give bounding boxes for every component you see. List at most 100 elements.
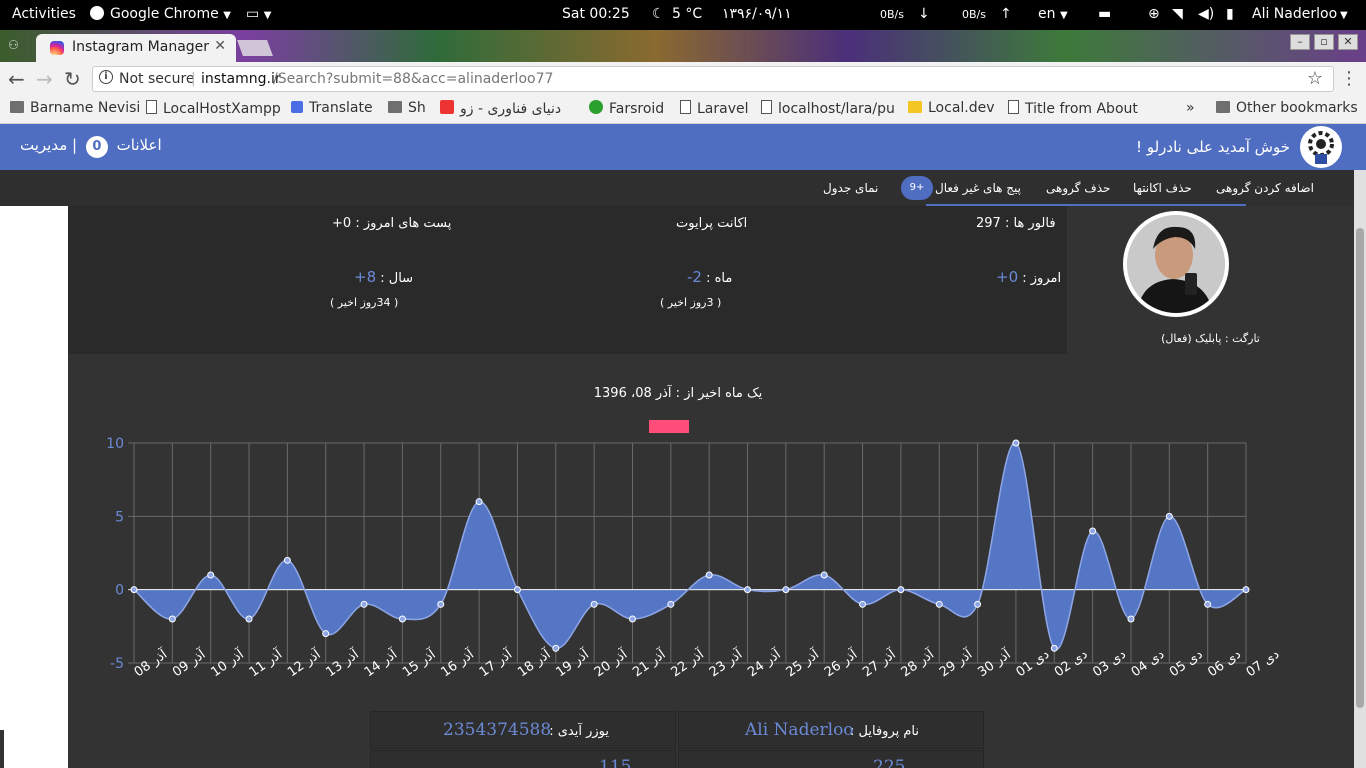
moon-icon: ☾: [652, 6, 665, 22]
bookmark-item[interactable]: Local.dev: [908, 100, 995, 116]
info-cell: 115: [370, 750, 676, 768]
user-menu[interactable]: Ali Naderloo: [1252, 6, 1337, 22]
page-icon: [680, 100, 691, 114]
today-posts-value: 0+: [332, 216, 352, 231]
chart-title: یک ماه اخیر از : آذر 08، 1396: [593, 386, 763, 401]
bookmark-label: Sh: [408, 100, 426, 116]
bookmark-label: Local.dev: [928, 100, 995, 116]
bookmark-item[interactable]: Laravel: [680, 100, 749, 117]
today-label: امروز :: [1022, 271, 1062, 286]
battery-icon[interactable]: ▮: [1226, 6, 1234, 22]
avatar[interactable]: [1123, 211, 1229, 317]
folder-icon: [10, 101, 24, 113]
app-menu[interactable]: Google Chrome ▼: [90, 6, 231, 22]
persian-date: ۱۳۹۶/۰۹/۱۱: [722, 6, 792, 22]
browser-toolbar: ← → ↻ i Not secure | instamng.ir /Search…: [0, 62, 1366, 96]
nav-inactive-pages[interactable]: پیج های غیر فعال: [935, 181, 1021, 195]
info-value: 115: [599, 757, 632, 768]
language-selector[interactable]: en ▼: [1038, 6, 1068, 22]
gear-icon[interactable]: [1300, 126, 1342, 168]
bookmark-item[interactable]: دنیای فناوری - زو: [440, 100, 561, 117]
bookmarks-overflow-button[interactable]: »: [1186, 100, 1195, 116]
not-secure-label[interactable]: Not secure: [119, 71, 195, 87]
page-scrollbar[interactable]: [1354, 170, 1366, 768]
minimize-button[interactable]: –: [1290, 34, 1310, 50]
address-bar[interactable]: i Not secure | instamng.ir /Search?submi…: [92, 66, 1334, 92]
app-header: خوش آمدید علی نادرلو ! اعلانات 0 | مدیری…: [0, 124, 1366, 170]
nav-bulk-add[interactable]: اضافه کردن گروهی: [1216, 181, 1314, 195]
forward-arrow-icon[interactable]: →: [36, 67, 53, 91]
bookmark-item[interactable]: LocalHostXampp: [146, 100, 281, 117]
arrow-down-icon: ↓: [918, 6, 930, 22]
new-tab-button[interactable]: [237, 40, 273, 56]
z-logo-icon: [440, 100, 454, 114]
inactive-count-badge[interactable]: 9+: [901, 176, 933, 200]
net-down-speed: 0B/s: [880, 8, 904, 21]
account-type: اکانت پرایوت: [676, 216, 748, 231]
chart-panel: [68, 354, 1354, 768]
folder-icon: [388, 101, 402, 113]
clock[interactable]: Sat 00:25: [562, 6, 630, 22]
notifications-link[interactable]: اعلانات: [117, 136, 162, 154]
page-icon: [1008, 100, 1019, 114]
more-vert-icon[interactable]: ⋮: [1340, 68, 1358, 89]
chevron-down-icon[interactable]: ▼: [1340, 6, 1348, 22]
bookmark-item[interactable]: Translate: [291, 100, 373, 116]
divider: |: [72, 136, 78, 154]
user-id-cell: یوزر آیدی : 2354374588: [370, 711, 676, 749]
bookmark-item[interactable]: Farsroid: [589, 100, 664, 117]
user-id-value: 2354374588: [443, 720, 552, 740]
reload-icon[interactable]: ↻: [64, 67, 81, 91]
profile-name-label: نام پروفایل :: [850, 724, 919, 739]
scrollbar-thumb[interactable]: [1356, 228, 1364, 708]
welcome-text: خوش آمدید علی نادرلو !: [1136, 138, 1290, 156]
incognito-icon: ⚇: [8, 38, 19, 52]
bookmark-label: Farsroid: [609, 101, 665, 117]
activities-button[interactable]: Activities: [12, 6, 76, 22]
bookmark-label: LocalHostXampp: [163, 101, 281, 117]
left-edge-tab[interactable]: [0, 730, 4, 768]
bookmark-label: Title from About: [1025, 101, 1138, 117]
wifi-icon[interactable]: ◥: [1172, 6, 1183, 22]
tab-instagram-manager[interactable]: Instagram Manager ✕: [36, 34, 236, 62]
location-icon[interactable]: ⊕: [1148, 6, 1160, 22]
nav-delete-accounts[interactable]: حذف اکانتها: [1133, 181, 1192, 195]
year-subtitle: ( 34روز اخیر ): [330, 296, 399, 309]
url-path: /Search?submit=88&acc=alinaderloo77: [273, 71, 554, 87]
app-menu-label: Google Chrome: [110, 6, 219, 22]
star-icon[interactable]: ☆: [1307, 68, 1323, 89]
chrome-icon: [90, 6, 104, 20]
other-bookmarks[interactable]: Other bookmarks: [1216, 100, 1358, 116]
bookmark-label: localhost/lara/pu: [778, 101, 895, 117]
bookmark-item[interactable]: Barname Nevisi: [10, 100, 140, 116]
maximize-button[interactable]: ▫: [1314, 34, 1334, 50]
volume-icon[interactable]: ◀): [1198, 6, 1214, 22]
back-arrow-icon[interactable]: ←: [8, 67, 25, 91]
bookmarks-bar: Barname Nevisi LocalHostXampp Translate …: [0, 96, 1366, 124]
keyboard-icon[interactable]: ▬: [1098, 6, 1111, 22]
info-icon[interactable]: i: [99, 70, 113, 84]
avatar-photo: [1127, 215, 1225, 313]
folder-icon: [908, 101, 922, 113]
chart-legend-swatch[interactable]: [649, 420, 689, 433]
nav-bulk-delete[interactable]: حذف گروهی: [1046, 181, 1110, 195]
profile-name-value: Ali Naderloo: [745, 720, 854, 740]
user-id-label: یوزر آیدی :: [549, 724, 609, 739]
today-posts-label: پست های امروز :: [355, 216, 452, 231]
profile-column: تارگت : پابلیک (فعال): [1067, 206, 1354, 354]
bookmark-item[interactable]: localhost/lara/pu: [761, 100, 895, 117]
nav-table-view[interactable]: نمای جدول: [823, 181, 878, 195]
close-icon[interactable]: ✕: [214, 38, 226, 54]
clipboard-icon[interactable]: ▭ ▼: [246, 6, 271, 22]
followers-label: فالور ها :: [1004, 216, 1056, 231]
arrow-up-icon: ↑: [1000, 6, 1012, 22]
weather[interactable]: 5 °C: [672, 6, 702, 22]
notification-count-badge[interactable]: 0: [85, 136, 108, 158]
window-close-button[interactable]: ✕: [1338, 34, 1358, 50]
admin-link[interactable]: مدیریت: [20, 136, 67, 154]
tab-strip: ⚇ Instagram Manager ✕ – ▫ ✕: [0, 30, 1366, 62]
bookmark-item[interactable]: Sh: [388, 100, 426, 116]
bookmark-label: دنیای فناوری - زو: [460, 101, 562, 117]
bookmark-item[interactable]: Title from About: [1008, 100, 1138, 117]
profile-name-cell: نام پروفایل : Ali Naderloo: [678, 711, 984, 749]
